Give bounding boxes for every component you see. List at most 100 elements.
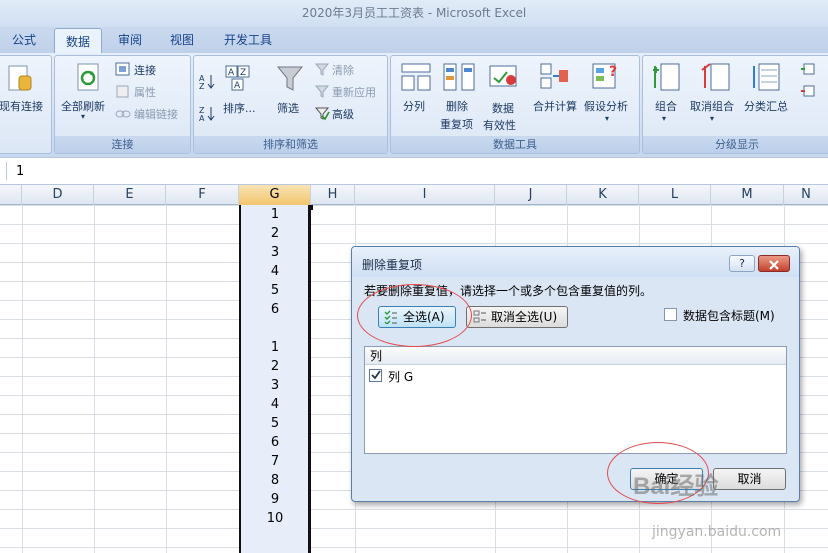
column-header-c[interactable] [0, 185, 22, 205]
cell-g[interactable]: 4 [239, 262, 311, 281]
group-external-data: 现有连接 [0, 55, 52, 154]
reapply-button[interactable]: 重新应用 [332, 84, 376, 100]
ungroup-button[interactable]: 取消组合 [690, 98, 734, 114]
column-header-d[interactable]: D [22, 185, 94, 205]
ungroup-dropdown-icon[interactable]: ▾ [710, 114, 714, 123]
cell-g[interactable]: 5 [239, 281, 311, 300]
column-header-f[interactable]: F [166, 185, 239, 205]
group-button[interactable]: 组合 [655, 98, 677, 114]
connections-button[interactable]: 连接 [134, 62, 156, 78]
advanced-filter-icon [314, 107, 330, 121]
consolidate-button[interactable]: 合并计算 [533, 98, 577, 114]
what-if-dropdown-icon[interactable]: ▾ [605, 114, 609, 123]
svg-text:A: A [228, 68, 235, 78]
connections-icon [115, 62, 130, 76]
ribbon-tabs: 公式 数据 审阅 视图 开发工具 [0, 27, 828, 54]
sort-ascending-icon[interactable]: AZ [198, 72, 216, 90]
tab-view[interactable]: 视图 [160, 27, 204, 53]
column-header-l[interactable]: L [639, 185, 711, 205]
cell-g[interactable]: 5 [239, 414, 311, 433]
cell-g[interactable]: 9 [239, 490, 311, 509]
column-header-g[interactable]: G [239, 185, 311, 205]
column-g-label: 列 G [388, 370, 414, 384]
show-detail-icon[interactable] [801, 62, 815, 76]
column-header-h[interactable]: H [311, 185, 355, 205]
cell-g[interactable]: 2 [239, 224, 311, 243]
group-connections-label: 连接 [55, 136, 190, 153]
list-item[interactable]: 列 G [365, 367, 786, 385]
clear-filter-icon [314, 63, 330, 76]
unselect-all-label: 取消全选(U) [491, 310, 558, 324]
select-all-highlight-circle [357, 284, 472, 347]
column-header-k[interactable]: K [567, 185, 639, 205]
data-validation-label-1[interactable]: 数据 [492, 100, 514, 116]
refresh-dropdown-icon[interactable]: ▾ [81, 112, 85, 121]
cell-g[interactable]: 4 [239, 395, 311, 414]
cell-g[interactable]: 2 [239, 357, 311, 376]
cell-g[interactable]: 7 [239, 452, 311, 471]
consolidate-icon [540, 63, 568, 89]
dialog-title-bar[interactable]: 删除重复项 ? [352, 247, 799, 277]
dialog-title: 删除重复项 [362, 258, 423, 272]
existing-connections-button[interactable]: 现有连接 [0, 98, 43, 114]
tab-developer[interactable]: 开发工具 [212, 27, 284, 53]
gridline [166, 205, 167, 553]
formula-value[interactable]: 1 [16, 164, 24, 179]
cell-g[interactable]: 3 [239, 243, 311, 262]
close-icon [769, 260, 779, 270]
cell-g[interactable]: 1 [239, 205, 311, 224]
tab-data[interactable]: 数据 [54, 28, 102, 54]
group-sort-filter: AZ ZA AZA 排序... 筛选 清除 重新应用 高级 排序和筛选 [193, 55, 388, 154]
column-header-n[interactable]: N [784, 185, 828, 205]
columns-listbox[interactable]: 列 列 G [364, 346, 787, 454]
cancel-button[interactable]: 取消 [713, 468, 786, 490]
subtotal-button[interactable]: 分类汇总 [744, 98, 788, 114]
column-header-e[interactable]: E [94, 185, 166, 205]
selection-fill-handle[interactable] [308, 205, 313, 210]
formula-bar[interactable]: 1 [0, 157, 828, 185]
data-validation-label-2[interactable]: 有效性 [483, 117, 516, 133]
clear-button[interactable]: 清除 [332, 62, 354, 78]
existing-connections-icon [8, 65, 32, 91]
has-headers-checkbox[interactable] [664, 308, 677, 321]
cell-g[interactable]: 3 [239, 376, 311, 395]
column-header-j[interactable]: J [495, 185, 567, 205]
svg-text:Z: Z [199, 82, 205, 90]
dialog-close-button[interactable] [758, 255, 790, 272]
svg-text:A: A [234, 81, 241, 91]
group-data-tools-label: 数据工具 [391, 136, 639, 153]
cell-g[interactable] [239, 319, 311, 338]
cell-g[interactable]: 8 [239, 471, 311, 490]
what-if-analysis-button[interactable]: 假设分析 [584, 98, 628, 114]
filter-button[interactable]: 筛选 [277, 100, 299, 116]
svg-text:?: ? [609, 64, 617, 80]
column-header-i[interactable]: I [355, 185, 495, 205]
tab-review[interactable]: 审阅 [108, 27, 152, 53]
remove-duplicates-label-2[interactable]: 重复项 [440, 116, 473, 132]
properties-button[interactable]: 属性 [134, 84, 156, 100]
group-dropdown-icon[interactable]: ▾ [662, 114, 666, 123]
edit-links-button[interactable]: 编辑链接 [134, 106, 178, 122]
gridline [94, 205, 95, 553]
sort-button[interactable]: 排序... [223, 100, 256, 116]
has-headers-option[interactable]: 数据包含标题(M) [664, 304, 790, 332]
group-data-tools: 分列 删除 重复项 数据 有效性 合并计算 ? 假设分析 ▾ 数据工具 [390, 55, 640, 154]
column-g-checkbox[interactable] [369, 369, 382, 382]
text-to-columns-button[interactable]: 分列 [403, 98, 425, 114]
column-header-m[interactable]: M [711, 185, 784, 205]
tab-formulas[interactable]: 公式 [0, 27, 48, 53]
unselect-all-button[interactable]: 取消全选(U) [466, 306, 568, 328]
watermark-url: jingyan.baidu.com [652, 524, 782, 540]
sort-descending-icon[interactable]: ZA [198, 104, 216, 122]
filter-icon [276, 66, 304, 91]
hide-detail-icon[interactable] [801, 84, 815, 98]
help-button[interactable]: ? [729, 255, 755, 272]
cell-g[interactable]: 10 [239, 509, 311, 528]
group-outline: 组合 ▾ 取消组合 ▾ 分类汇总 分级显示 [642, 55, 828, 154]
cell-g[interactable]: 1 [239, 338, 311, 357]
remove-duplicates-label-1[interactable]: 删除 [446, 98, 468, 114]
cell-g[interactable]: 6 [239, 300, 311, 319]
unselect-all-icon [473, 310, 486, 323]
advanced-button[interactable]: 高级 [332, 106, 354, 122]
cell-g[interactable]: 6 [239, 433, 311, 452]
